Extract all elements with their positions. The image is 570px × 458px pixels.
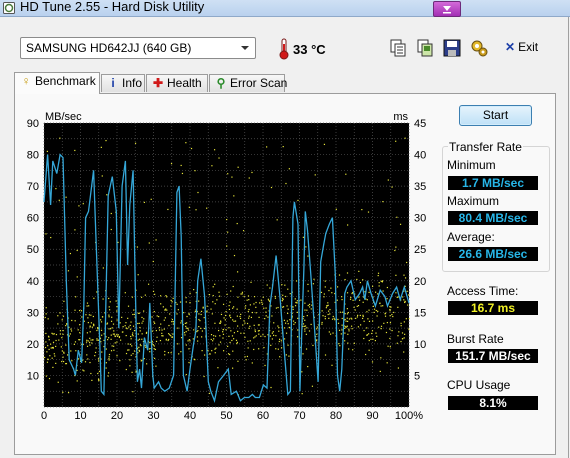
- tab-label: Health: [167, 76, 202, 90]
- minimum-label: Minimum: [447, 158, 496, 172]
- chevron-down-icon: [241, 46, 249, 50]
- minimum-value: 1.7 MB/sec: [448, 176, 538, 190]
- tab-label: Benchmark: [35, 74, 96, 88]
- average-label: Average:: [447, 230, 495, 244]
- minimize-icon: [443, 6, 451, 14]
- window-title: HD Tune 2.55 - Hard Disk Utility: [20, 0, 205, 14]
- tab-info[interactable]: i Info: [101, 74, 145, 92]
- exit-button[interactable]: ✕ Exit: [505, 40, 538, 58]
- copy-text-icon[interactable]: [388, 38, 408, 58]
- title-bar: HD Tune 2.55 - Hard Disk Utility: [0, 0, 570, 17]
- health-icon: ✚: [152, 76, 164, 90]
- maximum-label: Maximum: [447, 194, 500, 208]
- average-value: 26.6 MB/sec: [448, 247, 538, 261]
- options-icon[interactable]: [469, 38, 489, 58]
- burst-rate-value: 151.7 MB/sec: [448, 349, 538, 363]
- copy-screenshot-icon[interactable]: [415, 38, 435, 58]
- save-icon[interactable]: [442, 38, 462, 58]
- start-button[interactable]: Start: [459, 105, 532, 126]
- transfer-rate-title: Transfer Rate: [448, 140, 523, 154]
- tab-error-scan[interactable]: ⚲ Error Scan: [209, 74, 288, 92]
- tab-label: Info: [122, 76, 143, 90]
- access-time-label: Access Time:: [447, 284, 519, 298]
- maximum-value: 80.4 MB/sec: [448, 211, 538, 225]
- close-icon: ✕: [505, 40, 516, 54]
- tab-benchmark[interactable]: ♀ Benchmark: [14, 72, 100, 94]
- cpu-usage-label: CPU Usage: [447, 378, 511, 392]
- burst-rate-label: Burst Rate: [447, 332, 504, 346]
- drive-select-value: SAMSUNG HD642JJ (640 GB): [26, 41, 192, 55]
- tab-label: Error Scan: [230, 76, 288, 90]
- benchmark-icon: ♀: [21, 74, 31, 88]
- cpu-usage-value: 8.1%: [448, 396, 538, 410]
- temperature-readout: 33 °C: [293, 42, 326, 57]
- hdtune-app-icon: [3, 2, 15, 14]
- thermometer-icon: [279, 38, 289, 60]
- drive-select[interactable]: SAMSUNG HD642JJ (640 GB): [20, 37, 256, 59]
- info-icon: i: [111, 76, 115, 90]
- error-scan-icon: ⚲: [216, 76, 226, 90]
- tab-health[interactable]: ✚ Health: [146, 74, 208, 92]
- access-time-value: 16.7 ms: [448, 301, 538, 315]
- exit-label: Exit: [518, 40, 539, 54]
- minimize-button[interactable]: [433, 1, 461, 17]
